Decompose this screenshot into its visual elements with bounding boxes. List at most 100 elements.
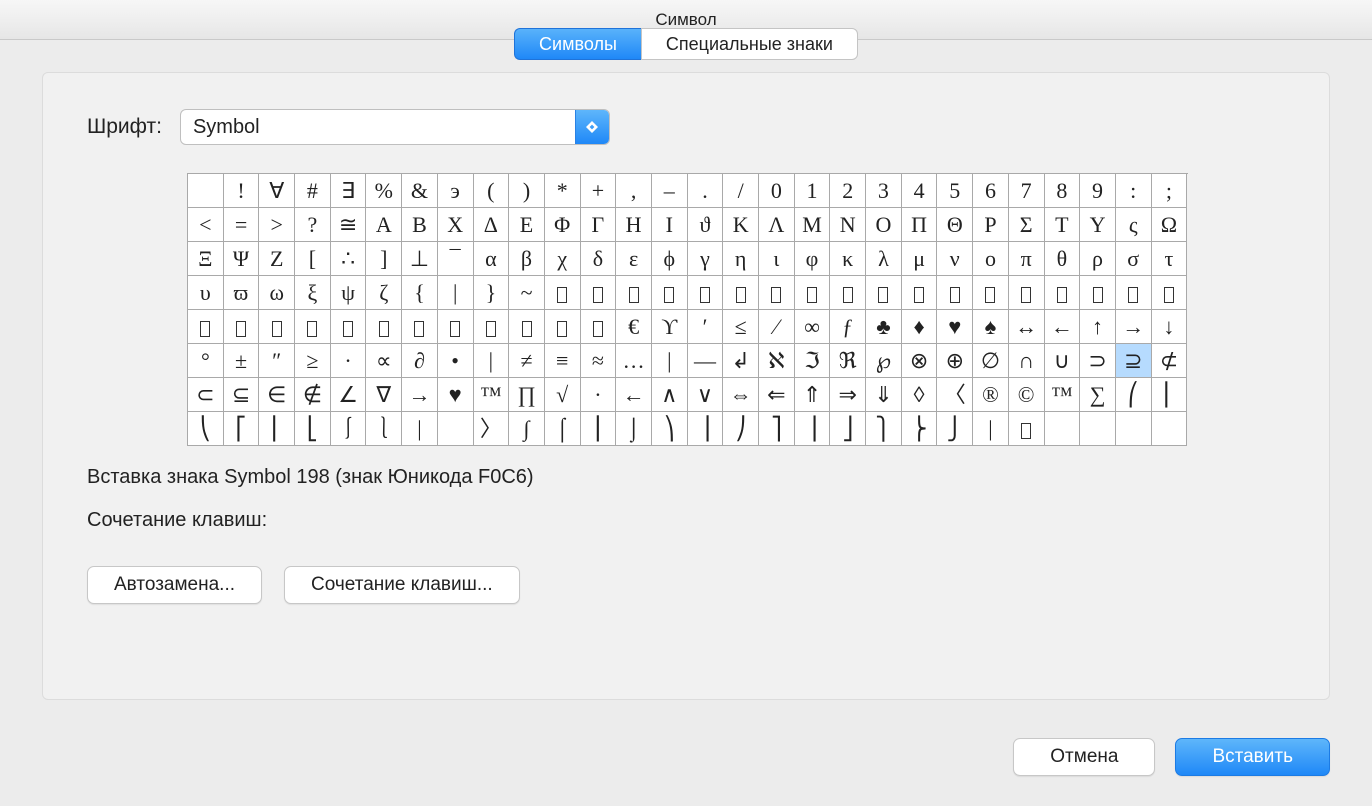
symbol-cell[interactable]: ⎫ (866, 412, 902, 446)
symbol-cell[interactable]: ⇐ (759, 378, 795, 412)
symbol-cell[interactable]: γ (688, 242, 724, 276)
symbol-cell[interactable] (545, 276, 581, 310)
symbol-cell[interactable]: — (688, 344, 724, 378)
symbol-cell[interactable]: : (1116, 174, 1152, 208)
symbol-cell[interactable] (545, 310, 581, 344)
symbol-cell[interactable] (1045, 412, 1081, 446)
symbol-cell[interactable]: ϕ (652, 242, 688, 276)
symbol-cell[interactable]: Ψ (224, 242, 260, 276)
symbol-grid[interactable]: !∀#∃%&э()*+,–./0123456789:;<=>?≅ABXΔEΦΓH… (187, 173, 1188, 446)
symbol-cell[interactable]: ∩ (1009, 344, 1045, 378)
symbol-cell[interactable]: Λ (759, 208, 795, 242)
symbol-cell[interactable]: ψ (331, 276, 367, 310)
symbol-cell[interactable]: → (402, 378, 438, 412)
symbol-cell[interactable]: ∠ (331, 378, 367, 412)
symbol-cell[interactable]: κ (830, 242, 866, 276)
symbol-cell[interactable]: ⇑ (795, 378, 831, 412)
symbol-cell[interactable]: ⁄ (759, 310, 795, 344)
symbol-cell[interactable]: τ (1152, 242, 1188, 276)
symbol-cell[interactable]: ∏ (509, 378, 545, 412)
symbol-cell[interactable]: ← (616, 378, 652, 412)
symbol-cell[interactable]: ⎝ (188, 412, 224, 446)
symbol-cell[interactable]: η (723, 242, 759, 276)
symbol-cell[interactable]: ⎤ (759, 412, 795, 446)
symbol-cell[interactable]: ¯ (438, 242, 474, 276)
symbol-cell[interactable] (224, 310, 260, 344)
symbol-cell[interactable]: o (973, 242, 1009, 276)
symbol-cell[interactable]: ∈ (259, 378, 295, 412)
symbol-cell[interactable]: ⇔ (723, 378, 759, 412)
symbol-cell[interactable]: μ (902, 242, 938, 276)
symbol-cell[interactable]: Z (259, 242, 295, 276)
symbol-cell[interactable]: & (402, 174, 438, 208)
symbol-cell[interactable] (688, 276, 724, 310)
symbol-cell[interactable]: 〈 (937, 378, 973, 412)
symbol-cell[interactable]: Δ (474, 208, 510, 242)
symbol-cell[interactable]: T (1045, 208, 1081, 242)
symbol-cell[interactable]: Γ (581, 208, 617, 242)
symbol-cell[interactable] (331, 310, 367, 344)
symbol-cell[interactable]: ♥ (937, 310, 973, 344)
symbol-cell[interactable]: [ (295, 242, 331, 276)
symbol-cell[interactable] (259, 310, 295, 344)
tab-symbols[interactable]: Символы (514, 28, 641, 60)
symbol-cell[interactable]: ⊆ (224, 378, 260, 412)
symbol-cell[interactable]: ε (616, 242, 652, 276)
symbol-cell[interactable] (1080, 412, 1116, 446)
symbol-cell[interactable] (474, 310, 510, 344)
symbol-cell[interactable]: ξ (295, 276, 331, 310)
symbol-cell[interactable]: < (188, 208, 224, 242)
symbol-cell[interactable]: √ (545, 378, 581, 412)
symbol-cell[interactable]: ∉ (295, 378, 331, 412)
symbol-cell[interactable]: 7 (1009, 174, 1045, 208)
symbol-cell[interactable]: ⎱ (366, 412, 402, 446)
symbol-cell[interactable]: ∑ (1080, 378, 1116, 412)
symbol-cell[interactable]: α (474, 242, 510, 276)
autocorrect-button[interactable]: Автозамена... (87, 566, 262, 604)
symbol-cell[interactable]: ⎮ (581, 412, 617, 446)
symbol-cell[interactable]: 〉 (474, 412, 510, 446)
symbol-cell[interactable]: ⎦ (830, 412, 866, 446)
symbol-cell[interactable]: φ (795, 242, 831, 276)
symbol-cell[interactable]: υ (188, 276, 224, 310)
symbol-cell[interactable]: ℵ (759, 344, 795, 378)
symbol-cell[interactable]: ] (366, 242, 402, 276)
symbol-cell[interactable]: I (652, 208, 688, 242)
symbol-cell[interactable]: ς (1116, 208, 1152, 242)
symbol-cell[interactable]: θ (1045, 242, 1081, 276)
symbol-cell[interactable]: – (652, 174, 688, 208)
symbol-cell[interactable]: · (331, 344, 367, 378)
symbol-cell[interactable]: ≤ (723, 310, 759, 344)
symbol-cell[interactable] (188, 174, 224, 208)
symbol-cell[interactable]: ρ (1080, 242, 1116, 276)
symbol-cell[interactable]: ↲ (723, 344, 759, 378)
symbol-cell[interactable]: ∀ (259, 174, 295, 208)
symbol-cell[interactable]: M (795, 208, 831, 242)
symbol-cell[interactable]: ∫ (509, 412, 545, 446)
symbol-cell[interactable]: ◊ (902, 378, 938, 412)
symbol-cell[interactable]: ϒ (652, 310, 688, 344)
symbol-cell[interactable]: ℜ (830, 344, 866, 378)
symbol-cell[interactable]: ♦ (902, 310, 938, 344)
shortcut-button[interactable]: Сочетание клавиш... (284, 566, 520, 604)
symbol-cell[interactable]: © (1009, 378, 1045, 412)
symbol-cell[interactable]: 3 (866, 174, 902, 208)
symbol-cell[interactable]: | (402, 412, 438, 446)
symbol-cell[interactable]: σ (1116, 242, 1152, 276)
symbol-cell[interactable] (1116, 276, 1152, 310)
symbol-cell[interactable]: P (973, 208, 1009, 242)
symbol-cell[interactable]: ∇ (366, 378, 402, 412)
symbol-cell[interactable] (973, 276, 1009, 310)
symbol-cell[interactable]: ; (1152, 174, 1188, 208)
symbol-cell[interactable]: Φ (545, 208, 581, 242)
font-select[interactable]: Symbol (180, 109, 610, 145)
symbol-cell[interactable]: ) (509, 174, 545, 208)
symbol-cell[interactable]: ≈ (581, 344, 617, 378)
symbol-cell[interactable]: ≠ (509, 344, 545, 378)
symbol-cell[interactable]: ↑ (1080, 310, 1116, 344)
symbol-cell[interactable]: ⊂ (188, 378, 224, 412)
symbol-cell[interactable]: 9 (1080, 174, 1116, 208)
symbol-cell[interactable] (723, 276, 759, 310)
symbol-cell[interactable]: ≥ (295, 344, 331, 378)
symbol-cell[interactable]: ⊥ (402, 242, 438, 276)
